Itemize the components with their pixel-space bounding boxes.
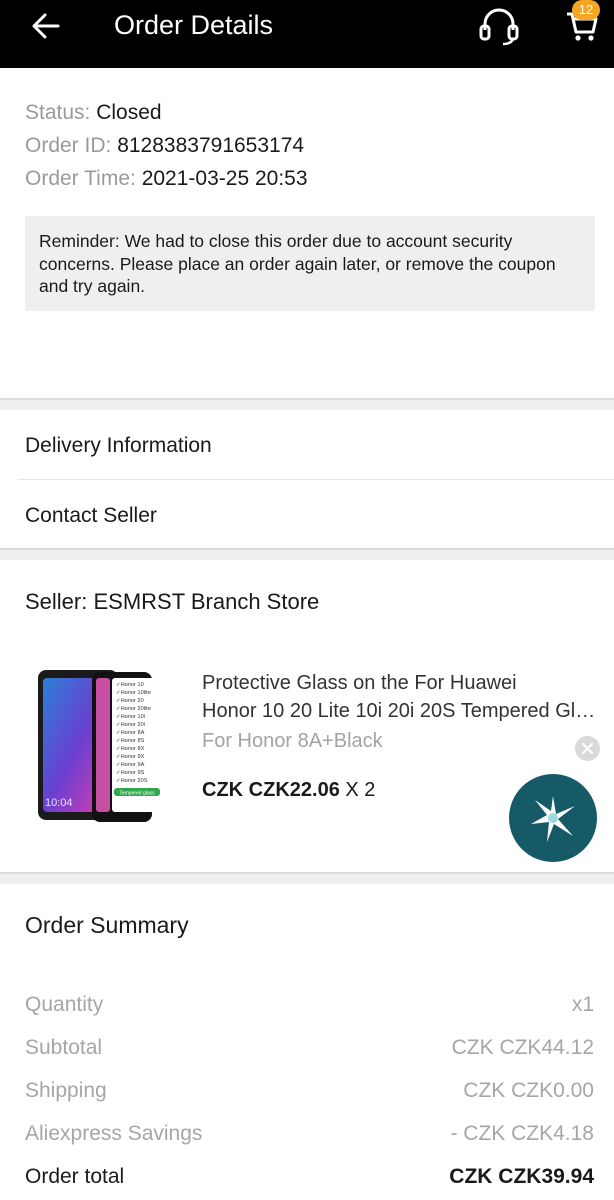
summary-value: CZK CZK0.00 bbox=[463, 1079, 594, 1102]
thumb-model-label: ✓Honor 8S bbox=[116, 738, 145, 744]
thumb-tag: Tempered glass bbox=[119, 791, 155, 797]
thumb-model-label: ✓Honor 8X bbox=[116, 746, 145, 752]
thumb-model-label: ✓Honor 8A bbox=[116, 730, 145, 736]
arrow-left-icon bbox=[32, 13, 60, 39]
summary-value: x1 bbox=[571, 993, 594, 1016]
thumb-model-label: ✓Honor 9S bbox=[116, 770, 145, 776]
closure-reminder-notice: Reminder: We had to close this order due… bbox=[25, 216, 595, 311]
product-title-line1: Protective Glass on the For Huawei bbox=[202, 672, 517, 694]
thumb-model-label: ✓Honor 20S bbox=[116, 778, 148, 784]
product-price-row: CZK CZK22.06 X 2 bbox=[202, 776, 375, 804]
summary-label: Order total bbox=[25, 1165, 125, 1188]
back-button[interactable] bbox=[22, 6, 70, 46]
thumb-clock: 10:04 bbox=[45, 797, 73, 809]
summary-row-order-total: Order total CZK CZK39.94 bbox=[25, 1162, 594, 1192]
thumb-model-label: ✓Honor 10lite bbox=[116, 690, 151, 696]
customer-support-button[interactable] bbox=[474, 4, 524, 48]
summary-row-subtotal: Subtotal CZK CZK44.12 bbox=[25, 1033, 594, 1063]
summary-label: Shipping bbox=[25, 1079, 107, 1102]
order-time-value: 2021-03-25 20:53 bbox=[141, 167, 308, 190]
summary-label: Aliexpress Savings bbox=[25, 1122, 203, 1145]
thumb-model-label: ✓Honor 20lite bbox=[116, 706, 151, 712]
summary-value: CZK CZK44.12 bbox=[451, 1036, 594, 1059]
thumb-model-label: ✓Honor 20i bbox=[116, 722, 145, 728]
floating-action-button[interactable] bbox=[509, 774, 597, 862]
order-id-label: Order ID: bbox=[25, 134, 112, 157]
sparkle-burst-icon bbox=[531, 796, 575, 842]
page-title: Order Details bbox=[114, 10, 274, 40]
product-variant: For Honor 8A+Black bbox=[202, 730, 383, 752]
seller-name[interactable]: Seller: ESMRST Branch Store bbox=[25, 587, 319, 617]
thumb-model-label: ✓Honor 9A bbox=[116, 762, 145, 768]
order-id-row: Order ID: 8128383791653174 bbox=[25, 129, 595, 162]
order-summary-title: Order Summary bbox=[25, 912, 189, 938]
thumb-model-label: ✓Honor 10 bbox=[116, 682, 144, 688]
delivery-information-row[interactable]: Delivery Information bbox=[0, 410, 614, 480]
summary-value: CZK CZK39.94 bbox=[449, 1165, 594, 1188]
product-title-line2: Honor 10 20 Lite 10i 20i 20S Tempered Gl… bbox=[202, 700, 602, 722]
thumb-model-label: ✓Honor 9X bbox=[116, 754, 145, 760]
product-image: ✓Honor 10 ✓Honor 10lite ✓Honor 20 ✓Honor 20… bbox=[38, 670, 172, 822]
order-time-row: Order Time: 2021-03-25 20:53 bbox=[25, 162, 595, 195]
summary-label: Subtotal bbox=[25, 1036, 103, 1059]
order-time-label: Order Time: bbox=[25, 167, 136, 190]
summary-value: - CZK CZK4.18 bbox=[450, 1122, 594, 1145]
summary-row-quantity: Quantity x1 bbox=[25, 990, 594, 1020]
section-separator bbox=[0, 872, 614, 884]
cart-count-badge: 12 bbox=[572, 0, 600, 20]
order-status-block: Status: Closed Order ID: 812838379165317… bbox=[25, 96, 595, 195]
product-thumbnail[interactable]: ✓Honor 10 ✓Honor 10lite ✓Honor 20 ✓Honor 20… bbox=[30, 666, 184, 826]
product-title[interactable]: Protective Glass on the For Huawei Honor… bbox=[202, 669, 602, 725]
contact-seller-label: Contact Seller bbox=[25, 504, 157, 527]
thumb-model-label: ✓Honor 20 bbox=[116, 698, 144, 704]
summary-label: Quantity bbox=[25, 993, 104, 1016]
summary-row-shipping: Shipping CZK CZK0.00 bbox=[25, 1076, 594, 1106]
status-label: Status: bbox=[25, 101, 91, 124]
order-id-value: 8128383791653174 bbox=[117, 134, 305, 157]
top-app-bar: Order Details 12 bbox=[0, 0, 614, 68]
close-icon bbox=[581, 742, 594, 755]
headset-icon bbox=[479, 8, 519, 46]
status-row: Status: Closed bbox=[25, 96, 595, 129]
floating-widget-close-button[interactable] bbox=[575, 736, 600, 761]
section-separator bbox=[0, 548, 614, 560]
section-separator bbox=[0, 398, 614, 410]
summary-row-savings: Aliexpress Savings - CZK CZK4.18 bbox=[25, 1119, 594, 1149]
contact-seller-row[interactable]: Contact Seller bbox=[0, 480, 614, 550]
product-quantity: X 2 bbox=[345, 779, 376, 801]
product-price: CZK CZK22.06 bbox=[202, 779, 340, 801]
thumb-model-label: ✓Honor 10i bbox=[116, 714, 145, 720]
status-value: Closed bbox=[96, 101, 162, 124]
delivery-information-label: Delivery Information bbox=[25, 434, 212, 457]
